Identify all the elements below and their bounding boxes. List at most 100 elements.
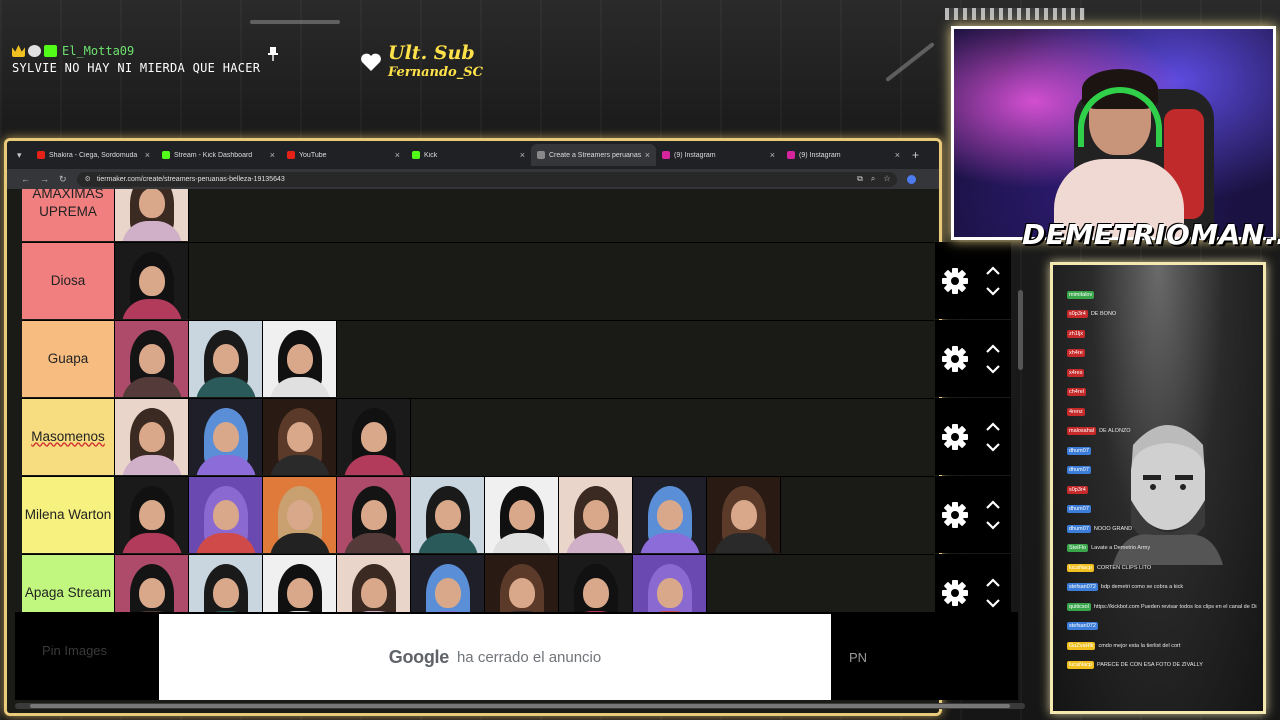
gear-icon[interactable] bbox=[941, 345, 969, 373]
chevron-down-icon[interactable] bbox=[985, 442, 1001, 453]
reload-icon[interactable]: ↻ bbox=[59, 174, 67, 185]
chat-line-username[interactable]: StelFlo bbox=[1067, 544, 1089, 553]
tier-item-image[interactable] bbox=[189, 477, 263, 553]
tier-label[interactable]: Masomenos bbox=[22, 399, 115, 475]
chat-message: SYLVIE NO HAY NI MIERDA QUE HACER bbox=[12, 61, 261, 75]
tier-item-image[interactable] bbox=[707, 477, 781, 553]
browser-tab[interactable]: YouTube × bbox=[281, 144, 406, 166]
zoom-icon[interactable]: ⌕ bbox=[871, 174, 875, 184]
chat-line-username[interactable]: malosahal bbox=[1067, 427, 1097, 436]
tab-close-icon[interactable]: × bbox=[895, 150, 900, 160]
tier-item-image[interactable] bbox=[115, 321, 189, 397]
tier-item-image[interactable] bbox=[263, 477, 337, 553]
tier-item-image[interactable] bbox=[263, 321, 337, 397]
browser-tab[interactable]: Stream - Kick Dashboard × bbox=[156, 144, 281, 166]
tier-label[interactable]: AMAXIMAS UPREMA bbox=[22, 189, 115, 241]
chat-line: malosahal DE ALONZO bbox=[1067, 422, 1257, 442]
chat-line-username[interactable]: stefsan072 bbox=[1067, 583, 1098, 592]
tier-label[interactable]: Milena Warton bbox=[22, 477, 115, 553]
tab-close-icon[interactable]: × bbox=[770, 150, 775, 160]
browser-tab[interactable]: Kick × bbox=[406, 144, 531, 166]
gear-icon[interactable] bbox=[941, 267, 969, 295]
tier-label[interactable]: Diosa bbox=[22, 243, 115, 319]
chevron-down-icon[interactable] bbox=[985, 598, 1001, 609]
chevron-up-icon[interactable] bbox=[985, 421, 1001, 431]
tier-item-image[interactable] bbox=[115, 477, 189, 553]
tier-item-image[interactable] bbox=[337, 477, 411, 553]
tier-item-image[interactable] bbox=[411, 477, 485, 553]
chevron-down-icon[interactable] bbox=[985, 286, 1001, 297]
google-logo: Google bbox=[388, 646, 450, 667]
chat-line-username[interactable]: lucaNacp bbox=[1067, 661, 1094, 670]
tier-item-image[interactable] bbox=[633, 477, 707, 553]
chat-line-username[interactable]: dhum07 bbox=[1067, 466, 1091, 475]
gear-icon[interactable] bbox=[941, 501, 969, 529]
tier-item-image[interactable] bbox=[263, 399, 337, 475]
pin-images-label: Pin Images bbox=[42, 643, 108, 658]
tab-close-icon[interactable]: × bbox=[395, 150, 400, 160]
chat-line-username[interactable]: s0p3r4 bbox=[1067, 485, 1088, 494]
tier-item-image[interactable] bbox=[485, 477, 559, 553]
tier-item-image[interactable] bbox=[559, 477, 633, 553]
tier-item-image[interactable] bbox=[337, 399, 411, 475]
tier-label[interactable]: Guapa bbox=[22, 321, 115, 397]
tier-row: Milena Warton bbox=[22, 476, 934, 553]
browser-tab[interactable]: Shakira - Ciega, Sordomuda × bbox=[31, 144, 156, 166]
chat-line-username[interactable]: mimitalov bbox=[1067, 290, 1095, 299]
forward-arrow-icon[interactable]: → bbox=[40, 174, 49, 184]
profile-avatar[interactable] bbox=[906, 174, 916, 184]
chat-line-username[interactable]: xh4re bbox=[1067, 349, 1085, 358]
tab-close-icon[interactable]: × bbox=[270, 150, 275, 160]
tier-item-image[interactable] bbox=[115, 189, 189, 241]
chevron-up-icon[interactable] bbox=[985, 499, 1001, 509]
browser-tab[interactable]: Create a Streamers peruanas b... × bbox=[531, 144, 656, 166]
browser-tab[interactable]: (9) Instagram × bbox=[656, 144, 781, 166]
site-info-icon[interactable]: ⚙ bbox=[85, 175, 91, 183]
chevron-up-icon[interactable] bbox=[985, 265, 1001, 275]
chat-line-username[interactable]: zh1ljx bbox=[1067, 329, 1086, 338]
tab-close-icon[interactable]: × bbox=[645, 150, 650, 160]
chat-line-message: NOOO GRAND bbox=[1093, 525, 1133, 532]
chat-line-username[interactable]: dhum07 bbox=[1067, 505, 1091, 514]
chevron-down-icon[interactable] bbox=[985, 520, 1001, 531]
gear-icon[interactable] bbox=[941, 579, 969, 607]
chevron-down-icon[interactable] bbox=[985, 364, 1001, 375]
portrait-face bbox=[138, 343, 165, 374]
chat-line-username[interactable]: lucaNacp bbox=[1067, 563, 1094, 572]
tab-close-icon[interactable]: × bbox=[145, 150, 150, 160]
browser-tab[interactable]: (9) Instagram × bbox=[781, 144, 906, 166]
chat-line-username[interactable]: GuZvaHlk bbox=[1067, 641, 1096, 650]
tier-item-image[interactable] bbox=[115, 243, 189, 319]
tab-close-icon[interactable]: × bbox=[520, 150, 525, 160]
chat-line: 4renz bbox=[1067, 402, 1257, 422]
chat-line-username[interactable]: x4res bbox=[1067, 368, 1085, 377]
chat-line-username[interactable]: s0p3r4 bbox=[1067, 310, 1088, 319]
chat-line-username[interactable]: dhum07 bbox=[1067, 446, 1091, 455]
tier-item-image[interactable] bbox=[189, 321, 263, 397]
vertical-scrollbar[interactable] bbox=[1018, 290, 1023, 370]
pn-label: PN bbox=[849, 650, 868, 665]
bookmark-star-icon[interactable]: ☆ bbox=[883, 174, 890, 184]
url-field[interactable]: ⚙ tiermaker.com/create/streamers-peruana… bbox=[76, 171, 897, 187]
translate-icon[interactable]: ⧉ bbox=[857, 174, 863, 184]
tab-search-icon[interactable]: ▾ bbox=[17, 150, 31, 161]
chat-line-username[interactable]: 4renz bbox=[1067, 407, 1085, 416]
chevron-up-icon[interactable] bbox=[985, 343, 1001, 353]
chat-line-username[interactable]: stefsan072 bbox=[1067, 622, 1098, 631]
chat-line: quiticsol https://kickbot.com Pueden revi… bbox=[1067, 597, 1257, 617]
tier-item-image[interactable] bbox=[115, 399, 189, 475]
horizontal-scrollbar-thumb[interactable] bbox=[30, 704, 1010, 708]
chevron-up-icon[interactable] bbox=[985, 577, 1001, 587]
chat-line-username[interactable]: ch4rel bbox=[1067, 388, 1086, 397]
chat-line: stefsan072 bbox=[1067, 617, 1257, 637]
chat-line-username[interactable]: dhum07 bbox=[1067, 524, 1091, 533]
chat-line: s0p3r4 DE BONO bbox=[1067, 305, 1257, 325]
tier-item-image[interactable] bbox=[189, 399, 263, 475]
back-arrow-icon[interactable]: ← bbox=[21, 174, 30, 184]
new-tab-button[interactable]: + bbox=[912, 148, 919, 162]
chat-line-username[interactable]: quiticsol bbox=[1067, 602, 1091, 611]
chat-line: ch4rel bbox=[1067, 383, 1257, 403]
portrait-face bbox=[286, 343, 313, 374]
tier-items bbox=[115, 189, 189, 241]
gear-icon[interactable] bbox=[941, 423, 969, 451]
